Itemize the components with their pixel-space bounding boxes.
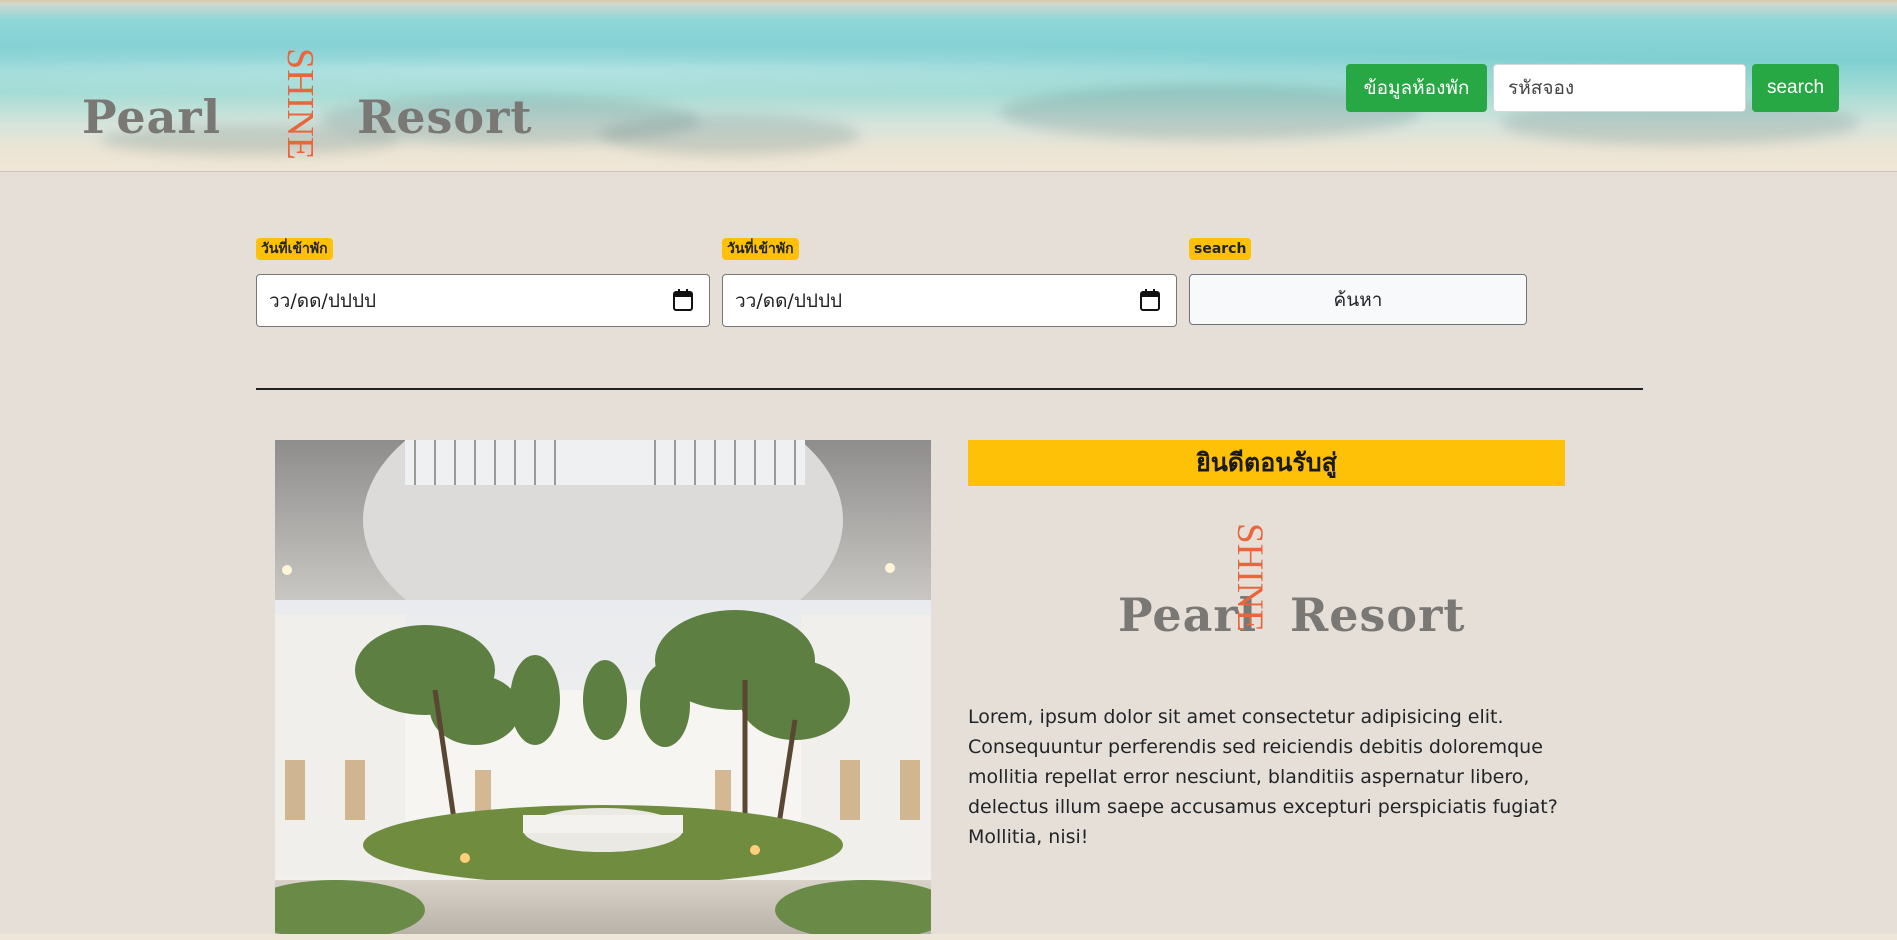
welcome-logo: Pearl SHINE Resort [1118,523,1498,648]
room-info-button[interactable]: ข้อมูลห้องพัก [1346,64,1487,112]
booking-code-input[interactable]: รหัสจอง [1493,64,1746,112]
logo-word-resort: Resort [357,90,533,144]
header-logo[interactable]: Pearl SHINE Resort [82,48,602,160]
logo-word-shine: SHINE [279,48,321,160]
resort-courtyard-photo [275,440,931,934]
calendar-icon[interactable] [1140,289,1160,311]
logo-word-shine: SHINE [1229,523,1270,632]
checkout-label: วันที่เข้าพัก [722,238,799,260]
checkin-date-value: วว/ดด/ปปปป [269,289,377,312]
checkin-date-field[interactable]: วว/ดด/ปปปป [256,274,710,327]
search-label: search [1189,238,1252,260]
courtyard-illustration [275,440,931,934]
welcome-heading: ยินดีตอนรับสู่ [968,440,1565,486]
find-button[interactable]: ค้นหา [1189,274,1527,325]
banner-palm-shadow [600,115,860,155]
checkin-label: วันที่เข้าพัก [256,238,333,260]
welcome-description: Lorem, ipsum dolor sit amet consectetur … [968,706,1558,848]
header-banner: Pearl SHINE Resort ข้อมูลห้องพัก รหัสจอง… [0,0,1897,172]
checkout-date-field[interactable]: วว/ดด/ปปปป [722,274,1177,327]
logo-word-pearl: Pearl [82,90,222,144]
section-divider [256,388,1643,390]
logo-word-resort: Resort [1290,588,1466,642]
page-bottom-edge [0,934,1897,940]
checkout-date-value: วว/ดด/ปปปป [735,289,843,312]
calendar-icon[interactable] [673,289,693,311]
header-search-button[interactable]: search [1752,64,1839,112]
